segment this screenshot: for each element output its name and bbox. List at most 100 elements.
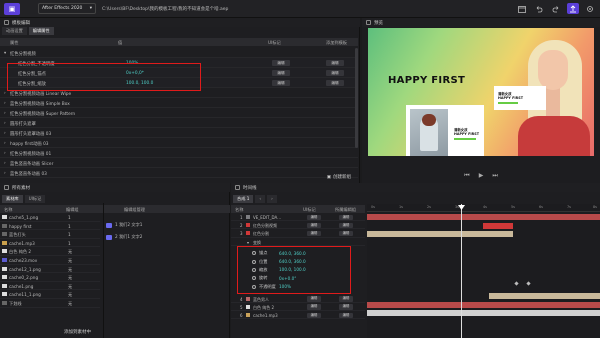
list-item[interactable]: 下划线 无 — [0, 299, 100, 308]
edit-button[interactable]: 编辑 — [326, 70, 344, 76]
attr-group-row[interactable]: › happy first动画 03 — [0, 138, 358, 148]
edit-group-item[interactable]: 2 我们1 文字2 — [106, 231, 142, 243]
transform-row[interactable]: ▾ 变换 — [231, 238, 365, 246]
transform-prop-row[interactable]: 位置 640.0, 360.0 — [252, 257, 348, 265]
layer-clip[interactable] — [367, 302, 600, 308]
tab-asset-library[interactable]: 素材库 — [2, 195, 23, 203]
tab-comp[interactable]: 合成 1 — [233, 195, 254, 203]
edit-button[interactable]: 编辑 — [307, 312, 321, 319]
transform-prop-row[interactable]: 旋转 0x+0.0° — [252, 274, 348, 282]
stopwatch-icon[interactable] — [252, 259, 256, 264]
layer-clip[interactable] — [483, 223, 513, 229]
layer-clip[interactable] — [367, 214, 600, 220]
edit-button[interactable]: 编辑 — [326, 80, 344, 86]
edit-button[interactable]: 编辑 — [307, 222, 321, 229]
layer-row[interactable]: 2 红色分割视频 编辑 编辑 — [231, 221, 365, 230]
list-item[interactable]: cache12_1.png 无 — [0, 265, 100, 274]
attr-group-row[interactable]: › 蓝色竖直条动画 Slicer — [0, 158, 358, 168]
list-item[interactable]: cache5_1.png 1 — [0, 213, 100, 222]
edit-button[interactable]: 编辑 — [339, 230, 353, 237]
prop-value[interactable]: 100% — [279, 284, 291, 289]
attr-group-row[interactable]: › 圆形打头遮罩动画 03 — [0, 128, 358, 138]
asset-count: 无 — [68, 257, 73, 263]
keyframe-marker[interactable] — [526, 281, 531, 286]
play-icon[interactable]: ▶ — [479, 172, 484, 180]
edit-button[interactable]: 编辑 — [307, 296, 321, 302]
list-item[interactable]: cache1.png 无 — [0, 282, 100, 291]
transform-prop-row[interactable]: 缩放 100.0, 100.0 — [252, 266, 348, 274]
preview-canvas[interactable]: HAPPY FIRST 清新女孩 HAPPY FIRST 清新女孩 HAPPY … — [368, 28, 594, 156]
prop-value[interactable]: 0x+0.0° — [279, 276, 296, 281]
calendar-icon[interactable] — [516, 3, 528, 14]
export-icon[interactable] — [567, 3, 579, 14]
edit-button[interactable]: 编辑 — [339, 296, 353, 302]
layer-clip[interactable] — [489, 293, 600, 299]
prop-value[interactable]: 100.0, 100.0 — [279, 267, 306, 272]
ruler-tick: 2s — [427, 205, 431, 209]
undo-icon[interactable] — [533, 3, 545, 14]
layer-row[interactable]: 1 VE_EDIT_DA... 编辑 编辑 — [231, 213, 365, 222]
home-icon[interactable]: ▣ — [4, 2, 20, 15]
edit-button[interactable]: 编辑 — [307, 214, 321, 220]
edit-button[interactable]: 编辑 — [272, 70, 290, 76]
prop-value[interactable]: 640.0, 360.0 — [279, 251, 306, 256]
edit-button[interactable]: 编辑 — [307, 230, 321, 237]
edit-button[interactable]: 编辑 — [339, 312, 353, 319]
add-to-assets-button[interactable]: 添加到素材中 — [64, 329, 91, 335]
attr-scrollbar[interactable] — [355, 48, 358, 148]
prop-value[interactable]: 640.0, 360.0 — [279, 259, 306, 264]
skip-forward-icon[interactable]: ⏭ — [492, 172, 497, 180]
attr-group-row[interactable]: › 蓝色竖直条动画 03 — [0, 168, 358, 178]
settings-icon[interactable] — [584, 3, 596, 14]
attr-group-row[interactable]: › 圆形打头遮罩 — [0, 118, 358, 128]
list-item[interactable]: 白色 纯色 2 无 — [0, 247, 100, 256]
edit-button[interactable]: 编辑 — [339, 214, 353, 220]
asset-name: cache23.mov — [9, 257, 38, 263]
timeline-track-area[interactable]: 0s 1s 2s 3s 4s 5s 6s 7s 8s — [367, 204, 600, 338]
stopwatch-icon[interactable] — [252, 267, 256, 272]
tab-animation-settings[interactable]: 动画设置 — [2, 27, 27, 35]
list-item[interactable]: cache0_2.png 无 — [0, 273, 100, 282]
panel-title: 时间线 — [243, 185, 257, 191]
attr-group-row[interactable]: ▾ 红色分割视频 — [0, 48, 358, 58]
list-item[interactable]: cache1.mp3 1 — [0, 239, 100, 248]
edit-button[interactable]: 编辑 — [326, 60, 344, 66]
version-select[interactable]: After Effects 2020 ▾ — [38, 3, 96, 14]
transform-prop-row[interactable]: 不透明度 100% — [252, 283, 348, 291]
group-name: 蓝色竖直条动画 03 — [10, 171, 47, 177]
edit-group-item[interactable]: 1 我们2 文字1 — [106, 219, 142, 231]
layer-clip[interactable] — [367, 310, 600, 316]
tab-ui-markers[interactable]: UI标记 — [24, 195, 46, 203]
layer-row[interactable]: 6 cache1.mp3 编辑 编辑 — [231, 311, 365, 320]
list-item[interactable]: cache23.mov 无 — [0, 256, 100, 265]
layer-row[interactable]: 5 白色 纯色 2 编辑 编辑 — [231, 303, 365, 312]
time-ruler[interactable]: 0s 1s 2s 3s 4s 5s 6s 7s 8s — [367, 204, 600, 212]
transform-prop-row[interactable]: 锚点 640.0, 360.0 — [252, 249, 348, 257]
create-group-button[interactable]: ▣ 创建新组 — [327, 174, 351, 181]
tab-edit-attributes[interactable]: 编辑属性 — [28, 27, 54, 35]
attr-group-row[interactable]: › 蓝色分割视频动画 Simple Box — [0, 98, 358, 108]
skip-back-icon[interactable]: ⏮ — [464, 172, 469, 180]
asset-count: 无 — [68, 275, 73, 281]
edit-button[interactable]: 编辑 — [272, 80, 290, 86]
attr-group-row[interactable]: › 红色分割视频动画 Super Pattern — [0, 108, 358, 118]
keyframe-marker[interactable] — [514, 281, 519, 286]
stopwatch-icon[interactable] — [252, 284, 256, 289]
edit-button[interactable]: 编辑 — [272, 60, 290, 66]
list-item[interactable]: happy first 1 — [0, 222, 100, 231]
layer-row[interactable]: 3 红色分割 编辑 编辑 — [231, 229, 365, 238]
attr-group-row[interactable]: › 红色分割视频动画 01 — [0, 148, 358, 158]
edit-button[interactable]: 编辑 — [307, 304, 321, 310]
list-item[interactable]: 蓝色打头 1 — [0, 230, 100, 239]
prev-comp-button[interactable]: ‹ — [255, 195, 266, 203]
next-comp-button[interactable]: › — [267, 195, 277, 203]
edit-button[interactable]: 编辑 — [339, 304, 353, 310]
edit-button[interactable]: 编辑 — [339, 222, 353, 229]
redo-icon[interactable] — [550, 3, 562, 14]
layer-clip[interactable] — [367, 231, 513, 237]
playhead[interactable] — [461, 204, 462, 338]
list-item[interactable]: cache11_1.png 无 — [0, 290, 100, 299]
layer-row[interactable]: 4 蓝色男人 编辑 编辑 — [231, 295, 365, 303]
stopwatch-icon[interactable] — [252, 251, 256, 256]
stopwatch-icon[interactable] — [252, 276, 256, 281]
